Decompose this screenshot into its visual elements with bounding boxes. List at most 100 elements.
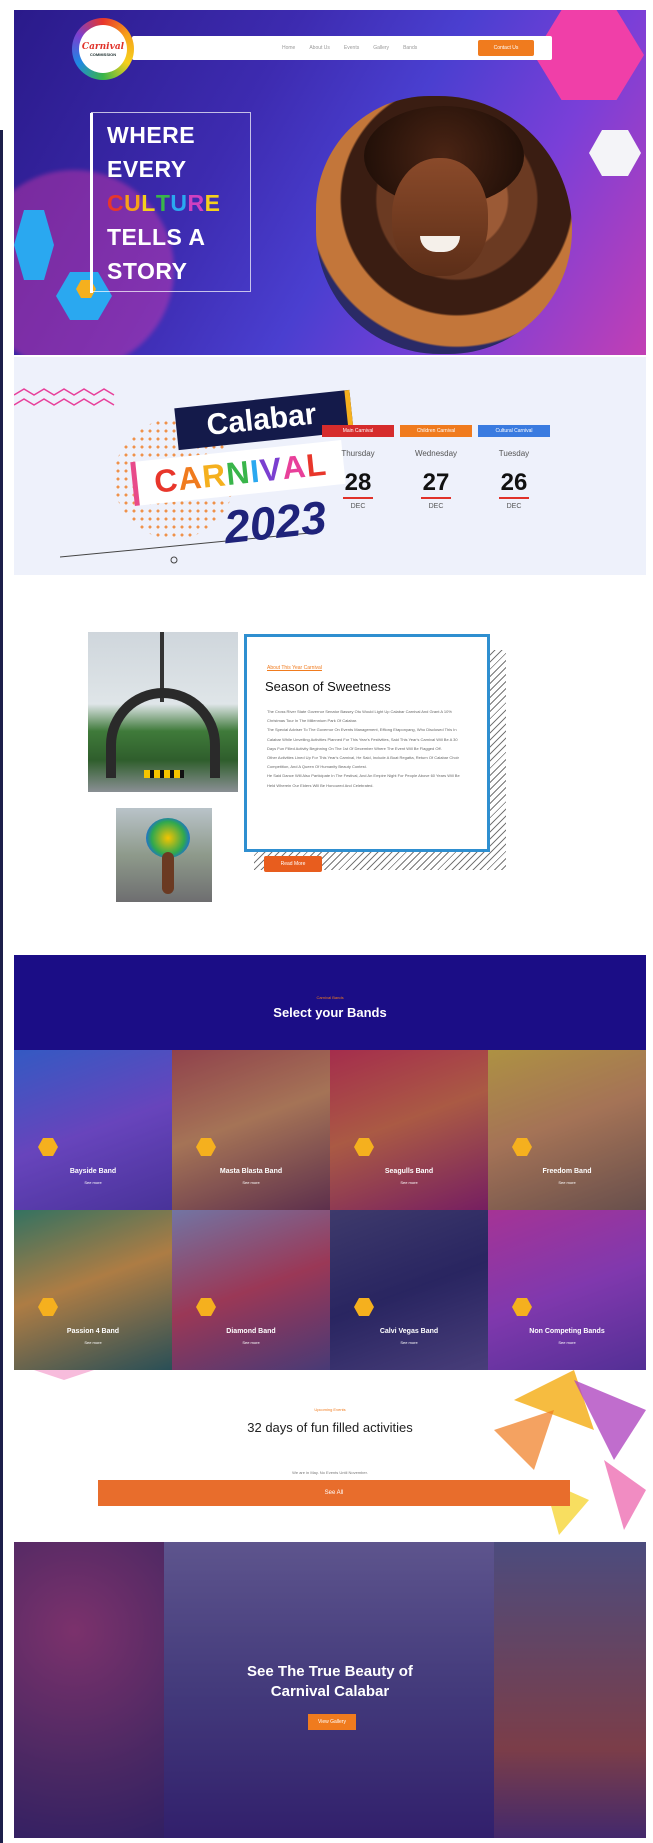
band-name: Diamond Band (226, 1328, 276, 1335)
band-see-more[interactable]: See more (330, 1340, 488, 1345)
dates-section: Calabar CARNIVAL 2023 Main Carnival Chil… (14, 357, 646, 575)
hero-title-line: CULTURE (107, 190, 221, 216)
event-date: 26 (500, 469, 528, 496)
about-line: Calabar While Unveiling Activities Plann… (267, 736, 458, 742)
nav-link-events[interactable]: Events (344, 45, 359, 51)
bands-grid: Bayside Band See more Masta Blasta Band Se… (14, 1050, 646, 1370)
band-card[interactable]: Diamond Band See more (172, 1210, 330, 1370)
navbar: Home About Us Events Gallery Bands Conta… (132, 36, 552, 60)
gallery-title-line: Carnival Calabar (270, 1683, 390, 1700)
logo[interactable]: Carnival COMMISSION (62, 14, 150, 84)
event-tag-children[interactable]: Children Carnival (400, 425, 472, 437)
band-card[interactable]: Seagulls Band See more (330, 1050, 488, 1210)
band-card[interactable]: Calvi Vegas Band See more (330, 1210, 488, 1370)
hero-title-line: WHERE (107, 122, 196, 148)
hero-woman-photo (316, 96, 572, 354)
nav-link-gallery[interactable]: Gallery (373, 45, 389, 51)
about-card: About This Year Carnival Season of Sweet… (244, 634, 490, 852)
gallery-section: See The True Beauty of Carnival Calabar … (14, 1542, 646, 1838)
event-month: DEC (506, 503, 522, 510)
see-all-button[interactable]: See All (98, 1480, 570, 1506)
about-body: The Cross River State Governor Senator B… (267, 707, 473, 790)
band-name: Masta Blasta Band (219, 1168, 283, 1175)
dancer-body (162, 852, 174, 894)
band-name: Non Competing Bands (529, 1328, 605, 1335)
band-name: Calvi Vegas Band (379, 1328, 439, 1335)
event-date: 27 (422, 469, 450, 496)
band-name: Bayside Band (69, 1168, 117, 1175)
events-section: Upcoming Events 32 days of fun filled ac… (14, 1370, 646, 1540)
logo-subtext: COMMISSION (89, 51, 117, 57)
hero-title-line: TELLS A (107, 224, 206, 250)
events-title: 32 days of fun filled activities (247, 1420, 413, 1435)
nav-link-bands[interactable]: Bands (403, 45, 417, 51)
about-line: The Cross River State Governor Senator B… (267, 709, 452, 714)
hero-title-line: EVERY (107, 156, 187, 182)
band-see-more[interactable]: See more (14, 1340, 172, 1345)
about-line: Christmas Tour In The Millennium Park Of… (267, 718, 358, 724)
about-line: The Special Adviser To The Governor On E… (267, 727, 457, 733)
zigzag-decoration (14, 388, 115, 406)
gallery-title: See The True Beauty of Carnival Calabar (14, 1662, 646, 1702)
band-see-more[interactable]: See more (172, 1180, 330, 1185)
band-see-more[interactable]: See more (172, 1340, 330, 1345)
date-underline (499, 497, 529, 499)
hero-title: WHERE EVERY CULTURE TELLS A STORY (107, 118, 247, 288)
about-line: Other Activities Lined Up For This Year'… (267, 755, 459, 761)
contact-button[interactable]: Contact Us (478, 40, 534, 56)
hex-decoration (589, 130, 641, 176)
event-day: Tuesday (498, 449, 530, 458)
band-name: Freedom Band (542, 1168, 592, 1175)
band-card[interactable]: Non Competing Bands See more (488, 1210, 646, 1370)
face (392, 158, 488, 276)
dancer-photo (116, 808, 212, 902)
band-see-more[interactable]: See more (14, 1180, 172, 1185)
left-rail (0, 130, 3, 1843)
triangle-decorations (34, 1370, 646, 1535)
event-date: 28 (344, 469, 372, 496)
band-see-more[interactable]: See more (488, 1180, 646, 1185)
arch (106, 688, 220, 778)
bands-header: Carnival Bands Select your Bands (14, 955, 646, 1050)
logo-core: Carnival COMMISSION (79, 25, 127, 73)
date-underline (421, 497, 451, 499)
about-line: Days Fun Filled Activity Beginning On Th… (267, 745, 442, 751)
banner-year: 2023 (221, 490, 329, 554)
events-eyebrow: Upcoming Events (314, 1407, 346, 1412)
view-gallery-button[interactable]: View Gallery (308, 1714, 356, 1730)
band-card[interactable]: Passion 4 Band See more (14, 1210, 172, 1370)
nav-link-about[interactable]: About Us (309, 45, 330, 51)
band-card[interactable]: Freedom Band See more (488, 1050, 646, 1210)
band-card[interactable]: Masta Blasta Band See more (172, 1050, 330, 1210)
event-month: DEC (428, 503, 444, 510)
about-section: About This Year Carnival Season of Sweet… (14, 580, 646, 930)
nav-link-home[interactable]: Home (282, 45, 295, 51)
event-tag-cultural[interactable]: Cultural Carnival (478, 425, 550, 437)
chevron-sign (144, 770, 184, 778)
bands-eyebrow: Carnival Bands (316, 995, 344, 1000)
hero-title-line: STORY (107, 258, 188, 284)
event-day: Wednesday (414, 449, 458, 458)
events-subtitle: We are in May. No Events Until November. (292, 1470, 368, 1475)
about-line: Competition, And A Queen Of Humanity Bea… (267, 764, 367, 770)
event-day: Thursday (341, 449, 375, 458)
about-line: He Said Dance Will Also Participate In T… (267, 773, 460, 779)
date-underline (343, 497, 373, 499)
band-see-more[interactable]: See more (488, 1340, 646, 1345)
event-month: DEC (350, 503, 366, 510)
band-see-more[interactable]: See more (330, 1180, 488, 1185)
page: WHERE EVERY CULTURE TELLS A STORY Home A… (0, 0, 653, 1843)
about-title: Season of Sweetness (265, 679, 391, 694)
about-line: Held Wherein Our Elders Will Be Honoured… (267, 782, 374, 788)
event-tag-main[interactable]: Main Carnival (322, 425, 394, 437)
calabar-arch-photo (88, 632, 238, 792)
bands-title: Select your Bands (273, 1005, 387, 1020)
read-more-button[interactable]: Read More (264, 856, 322, 872)
band-name: Seagulls Band (384, 1168, 434, 1175)
logo-text: Carnival (81, 41, 125, 52)
calabar-carnival-banner: Calabar CARNIVAL 2023 (114, 389, 354, 559)
band-name: Passion 4 Band (66, 1328, 120, 1335)
about-eyebrow[interactable]: About This Year Carnival (267, 665, 322, 671)
band-card[interactable]: Bayside Band See more (14, 1050, 172, 1210)
gallery-title-line: See The True Beauty of (247, 1663, 413, 1680)
